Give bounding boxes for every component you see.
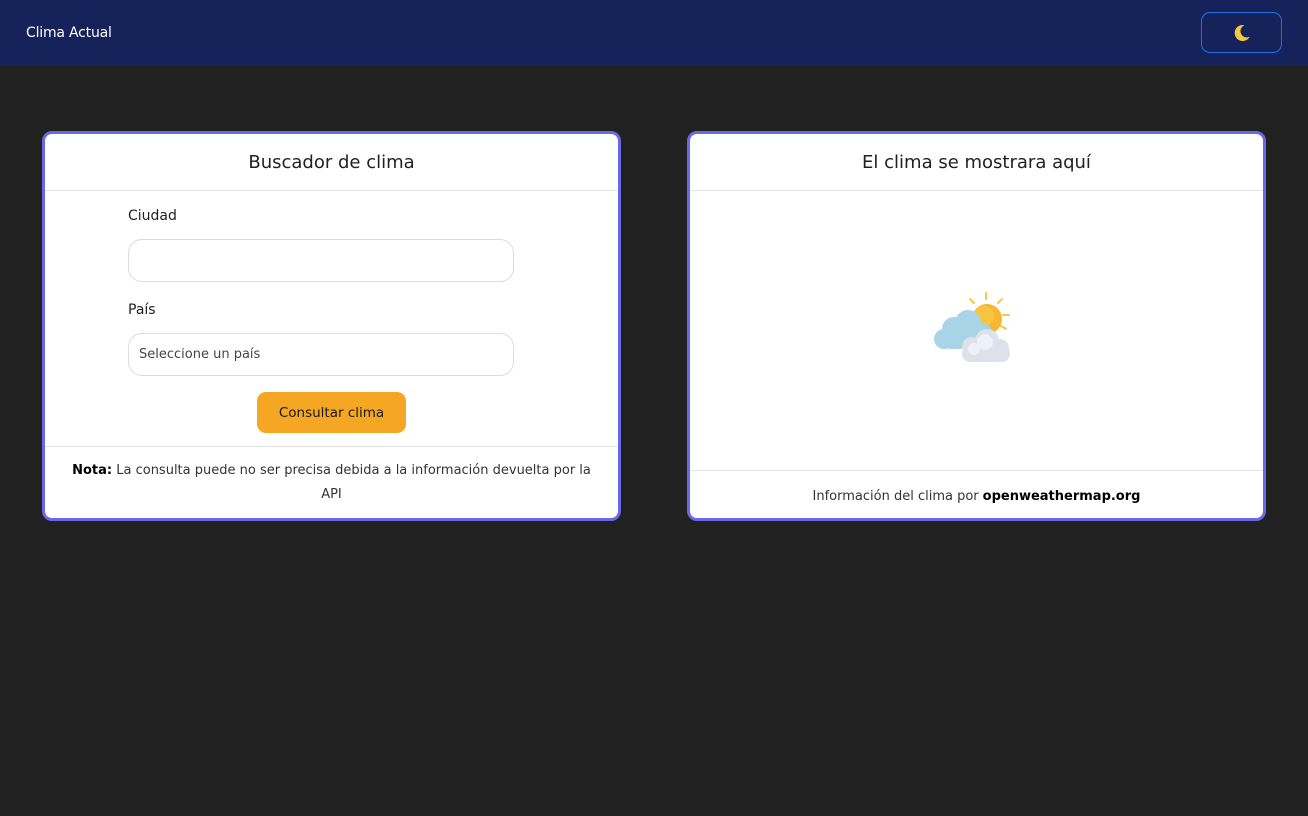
moon-icon bbox=[1234, 24, 1250, 41]
note-footer: Nota: La consulta puede no ser precisa d… bbox=[45, 446, 618, 507]
search-card: Buscador de clima Ciudad País Seleccione… bbox=[42, 131, 621, 521]
country-label: País bbox=[128, 302, 156, 318]
search-form: Ciudad País Seleccione un país Consultar… bbox=[45, 191, 618, 446]
partly-cloudy-icon bbox=[933, 291, 1010, 362]
navbar: Clima Actual bbox=[0, 0, 1308, 66]
city-label: Ciudad bbox=[128, 208, 177, 224]
weather-display bbox=[690, 191, 1263, 470]
app-title[interactable]: Clima Actual bbox=[26, 25, 112, 41]
result-card: El clima se mostrara aquí Información de… bbox=[687, 131, 1266, 521]
attribution-text: Información del clima por bbox=[812, 488, 979, 504]
note-text: La consulta puede no ser precisa debida … bbox=[116, 463, 591, 502]
theme-toggle-button[interactable] bbox=[1201, 12, 1282, 53]
country-select-value: Seleccione un país bbox=[139, 347, 261, 362]
country-select[interactable]: Seleccione un país bbox=[128, 333, 514, 376]
note-label: Nota: bbox=[72, 463, 113, 478]
openweathermap-link[interactable]: openweathermap.org bbox=[983, 489, 1141, 504]
search-card-title: Buscador de clima bbox=[45, 134, 618, 191]
submit-weather-button[interactable]: Consultar clima bbox=[257, 392, 406, 433]
city-input[interactable] bbox=[128, 239, 514, 282]
result-card-title: El clima se mostrara aquí bbox=[690, 134, 1263, 191]
attribution-footer: Información del clima por openweathermap… bbox=[690, 470, 1263, 518]
